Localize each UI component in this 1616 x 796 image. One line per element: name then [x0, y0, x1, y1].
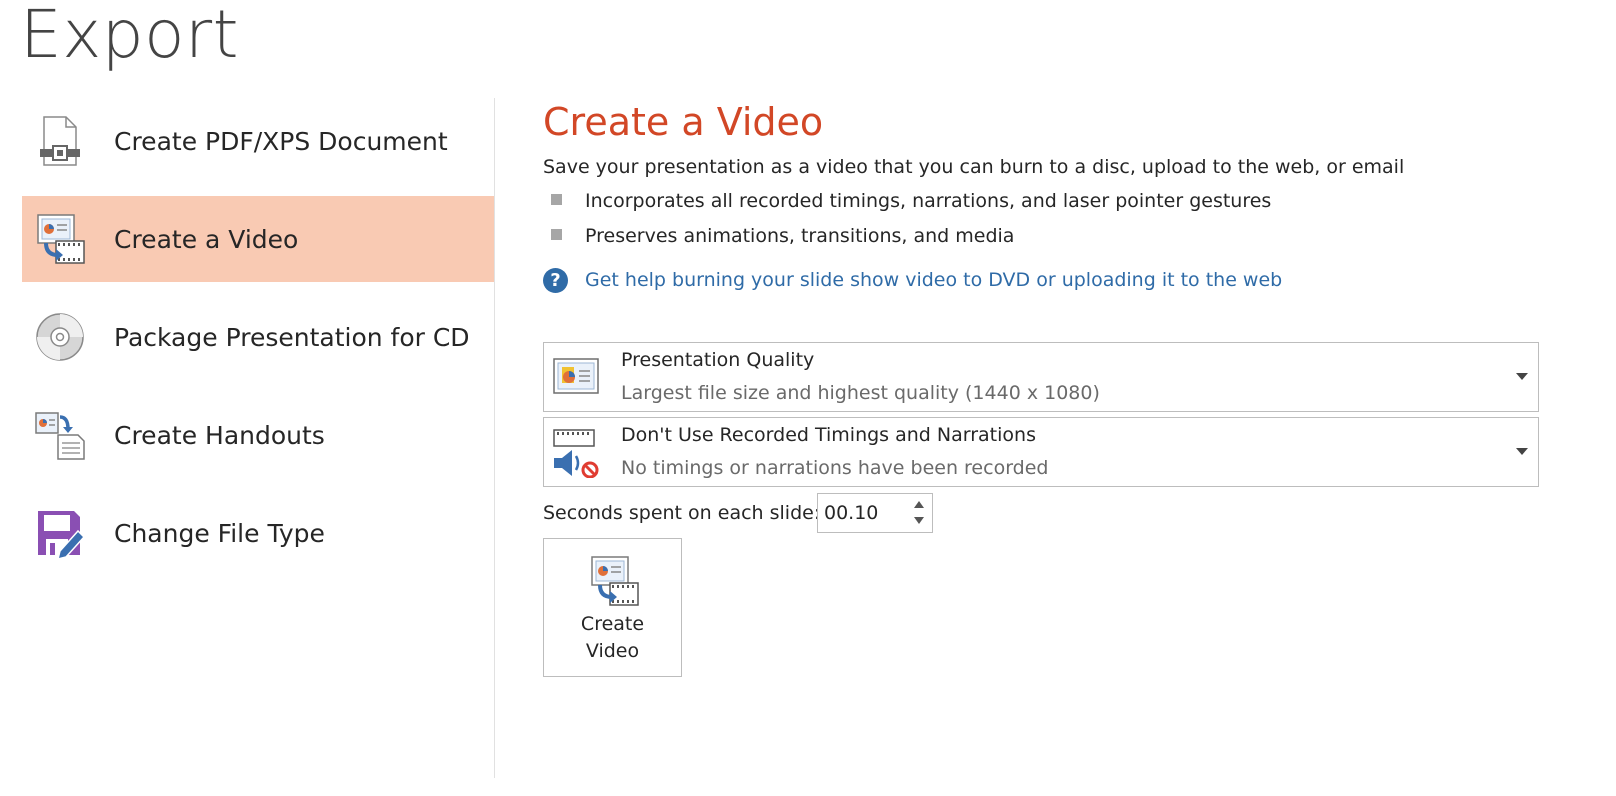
nav-item-label: Create Handouts: [114, 420, 325, 450]
bullet-square-icon: [551, 194, 562, 205]
nav-item-create-video[interactable]: Create a Video: [22, 196, 495, 282]
quality-subtitle: Largest file size and highest quality (1…: [621, 382, 1100, 404]
quality-title: Presentation Quality: [621, 349, 815, 371]
timings-dropdown[interactable]: Don't Use Recorded Timings and Narration…: [543, 417, 1539, 487]
create-video-button-label: Create Video: [544, 611, 681, 665]
nav-item-label: Package Presentation for CD: [114, 322, 470, 352]
nav-item-label: Create a Video: [114, 224, 299, 254]
seconds-input[interactable]: 00.10: [824, 502, 878, 524]
seconds-label: Seconds spent on each slide:: [543, 502, 821, 524]
nav-item-create-handouts[interactable]: Create Handouts: [22, 392, 495, 478]
nav-item-label: Change File Type: [114, 518, 325, 548]
spin-up-icon[interactable]: [914, 501, 924, 508]
bullet-text: Incorporates all recorded timings, narra…: [585, 190, 1272, 212]
page-title: Export: [20, 0, 240, 73]
pdf-document-icon: [34, 115, 86, 167]
nav-item-change-file-type[interactable]: Change File Type: [22, 490, 495, 576]
vertical-divider: [494, 98, 495, 778]
chevron-down-icon[interactable]: [1516, 373, 1528, 380]
chevron-down-icon[interactable]: [1516, 448, 1528, 455]
help-link[interactable]: ? Get help burning your slide show video…: [543, 266, 1282, 294]
seconds-spinner[interactable]: 00.10: [817, 493, 933, 533]
create-video-icon: [34, 213, 86, 265]
create-video-button[interactable]: Create Video: [543, 538, 682, 677]
nav-item-package-cd[interactable]: Package Presentation for CD: [22, 294, 495, 380]
export-nav: Create PDF/XPS Document Create a Video P…: [22, 98, 495, 588]
help-question-icon: ?: [543, 267, 568, 293]
spin-down-icon[interactable]: [914, 517, 924, 524]
cd-disc-icon: [34, 311, 86, 363]
help-link-text[interactable]: Get help burning your slide show video t…: [585, 269, 1282, 291]
presentation-quality-icon: [552, 353, 600, 401]
section-title: Create a Video: [543, 100, 824, 144]
nav-item-create-pdf[interactable]: Create PDF/XPS Document: [22, 98, 495, 184]
description: Save your presentation as a video that y…: [543, 156, 1405, 178]
bullet-text: Preserves animations, transitions, and m…: [585, 225, 1015, 247]
handouts-icon: [34, 409, 86, 461]
timings-title: Don't Use Recorded Timings and Narration…: [621, 424, 1036, 446]
button-label-line: Video: [585, 640, 640, 662]
bullet-square-icon: [551, 229, 562, 240]
nav-item-label: Create PDF/XPS Document: [114, 126, 448, 156]
no-narration-icon: [552, 428, 600, 479]
quality-dropdown[interactable]: Presentation Quality Largest file size a…: [543, 342, 1539, 412]
save-as-icon: [34, 507, 86, 559]
button-label-line: Create: [580, 613, 645, 635]
timings-subtitle: No timings or narrations have been recor…: [621, 457, 1049, 479]
create-video-icon: [588, 555, 640, 607]
